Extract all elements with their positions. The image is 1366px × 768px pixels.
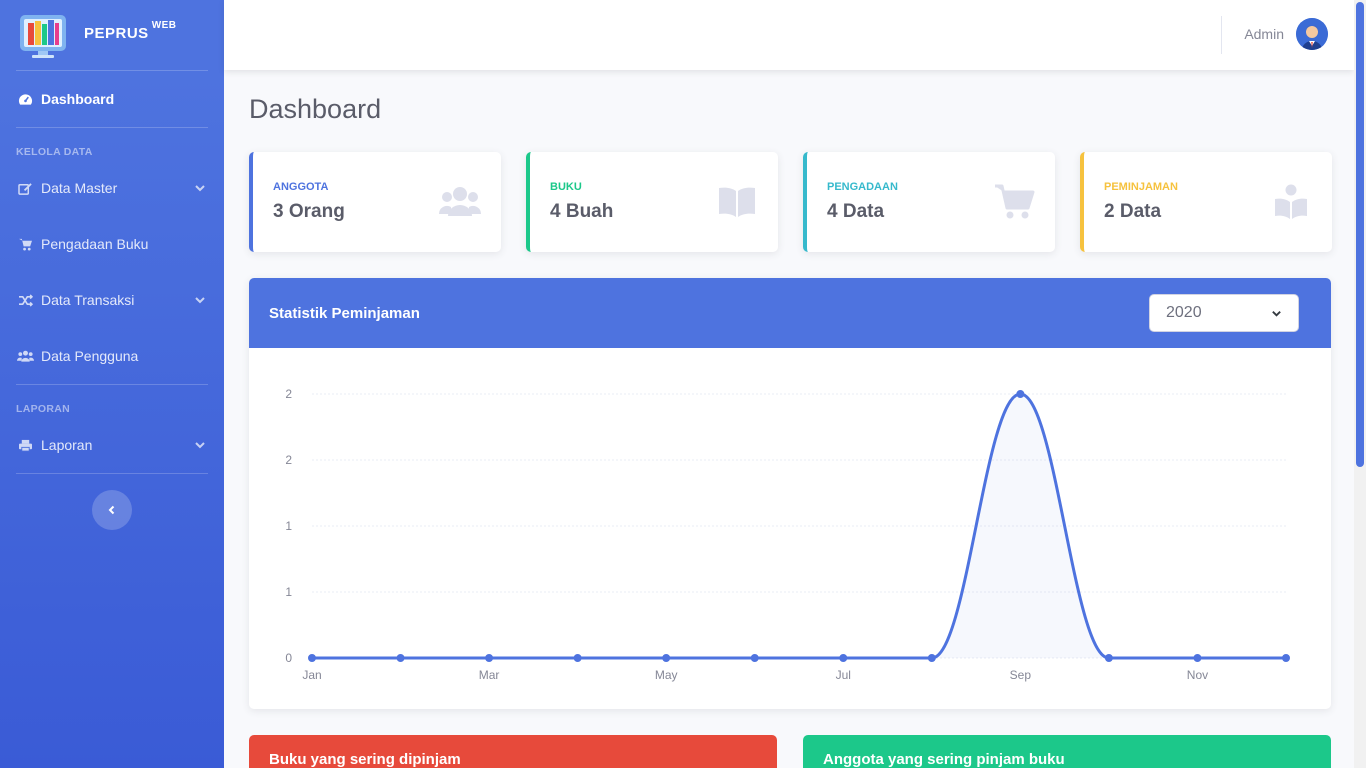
sidebar-item-data-pengguna[interactable]: Data Pengguna <box>0 328 224 384</box>
chart-title: Statistik Peminjaman <box>269 304 420 322</box>
stat-card-peminjaman: PEMINJAMAN 2 Data <box>1080 152 1332 252</box>
y-tick-label: 2 <box>285 453 292 467</box>
data-point <box>573 654 582 662</box>
avatar[interactable] <box>1296 18 1328 50</box>
sidebar-item-label: Laporan <box>41 437 93 453</box>
card-title: Buku yang sering dipinjam <box>269 751 461 768</box>
data-point <box>1282 654 1290 662</box>
user-name: Admin <box>1244 26 1284 42</box>
sidebar-heading-kelola-data: KELOLA DATA <box>16 146 93 158</box>
book-open-icon <box>719 187 755 217</box>
brand[interactable]: PEPRUS WEB <box>0 0 224 70</box>
page-title: Dashboard <box>249 94 382 124</box>
edit-icon <box>16 181 34 195</box>
stat-value: 4 Buah <box>550 201 614 222</box>
card-header-active-members: Anggota yang sering pinjam buku <box>803 735 1331 768</box>
data-point <box>396 654 405 662</box>
stat-card-anggota: ANGGOTA 3 Orang <box>249 152 501 252</box>
x-tick-label: Jul <box>836 668 851 682</box>
chevron-left-icon <box>108 505 115 515</box>
y-tick-label: 1 <box>285 585 292 599</box>
chevron-down-icon <box>195 442 205 449</box>
sidebar-item-pengadaan-buku[interactable]: Pengadaan Buku <box>0 216 224 272</box>
x-tick-label: Mar <box>479 668 500 682</box>
data-point <box>485 654 494 662</box>
sidebar-item-label: Dashboard <box>41 91 115 107</box>
stat-card-pengadaan: PENGADAAN 4 Data <box>803 152 1055 252</box>
line-chart: 0 1 1 2 2 Jan Mar May Jul Sep Nov <box>285 387 1290 682</box>
users-icon <box>439 187 481 216</box>
sidebar-divider <box>16 473 208 474</box>
random-icon <box>16 293 34 307</box>
chart-card-header: Statistik Peminjaman 2020 <box>249 278 1331 348</box>
stat-title: BUKU <box>550 181 582 193</box>
scrollbar[interactable] <box>1354 0 1366 768</box>
chevron-down-icon <box>1272 310 1281 317</box>
sidebar-item-dashboard[interactable]: Dashboard <box>0 71 224 127</box>
year-select-value: 2020 <box>1166 304 1202 321</box>
sidebar-item-label: Pengadaan Buku <box>41 236 149 252</box>
tachometer-icon <box>16 92 34 106</box>
print-icon <box>16 438 34 452</box>
data-point <box>839 654 848 662</box>
sidebar-item-data-transaksi[interactable]: Data Transaksi <box>0 272 224 328</box>
stat-card-buku: BUKU 4 Buah <box>526 152 778 252</box>
year-select[interactable]: 2020 <box>1149 294 1299 332</box>
data-point <box>662 654 671 662</box>
x-tick-label: Sep <box>1010 668 1032 682</box>
card-header-popular-books: Buku yang sering dipinjam <box>249 735 777 768</box>
library-logo-icon <box>18 11 68 59</box>
data-point <box>1016 390 1025 398</box>
x-tick-label: Jan <box>302 668 321 682</box>
data-point <box>927 654 936 662</box>
x-tick-label: Nov <box>1187 668 1208 682</box>
topbar: Admin <box>224 0 1354 70</box>
sidebar-item-data-master[interactable]: Data Master <box>0 160 224 216</box>
y-tick-label: 0 <box>285 651 292 665</box>
users-icon <box>16 349 34 363</box>
cart-icon <box>995 184 1035 219</box>
sidebar: PEPRUS WEB Dashboard KELOLA DATA Data Mas… <box>0 0 224 768</box>
chevron-down-icon <box>195 185 205 192</box>
brand-name: PEPRUS WEB <box>84 20 177 42</box>
book-reader-icon <box>1275 184 1307 219</box>
series-line <box>312 392 1286 660</box>
sidebar-heading-laporan: LAPORAN <box>16 403 71 415</box>
data-point <box>1193 654 1202 662</box>
stat-value: 2 Data <box>1104 201 1162 222</box>
cart-icon <box>16 237 34 251</box>
chevron-down-icon <box>195 297 205 304</box>
sidebar-item-label: Data Master <box>41 180 118 196</box>
data-point <box>308 654 316 662</box>
topbar-divider <box>1221 16 1222 54</box>
sidebar-toggle-button[interactable] <box>92 490 132 530</box>
data-point <box>750 654 759 662</box>
stat-title: PENGADAAN <box>827 181 898 193</box>
stat-value: 4 Data <box>827 201 885 222</box>
sidebar-item-label: Data Pengguna <box>41 348 139 364</box>
chart-card: Statistik Peminjaman 2020 0 1 1 2 2 Jan Mar May… <box>249 278 1331 709</box>
stat-title: PEMINJAMAN <box>1104 181 1178 193</box>
scrollbar-thumb[interactable] <box>1356 2 1364 467</box>
y-tick-label: 1 <box>285 519 292 533</box>
data-point <box>1104 654 1113 662</box>
sidebar-item-laporan[interactable]: Laporan <box>0 417 224 473</box>
stat-title: ANGGOTA <box>273 181 329 193</box>
user-menu[interactable]: Admin <box>1244 18 1328 50</box>
sidebar-item-label: Data Transaksi <box>41 292 135 308</box>
stat-value: 3 Orang <box>273 201 345 222</box>
y-tick-label: 2 <box>285 387 292 401</box>
series-area <box>312 394 1286 658</box>
x-tick-label: May <box>655 668 678 682</box>
card-title: Anggota yang sering pinjam buku <box>823 751 1065 768</box>
